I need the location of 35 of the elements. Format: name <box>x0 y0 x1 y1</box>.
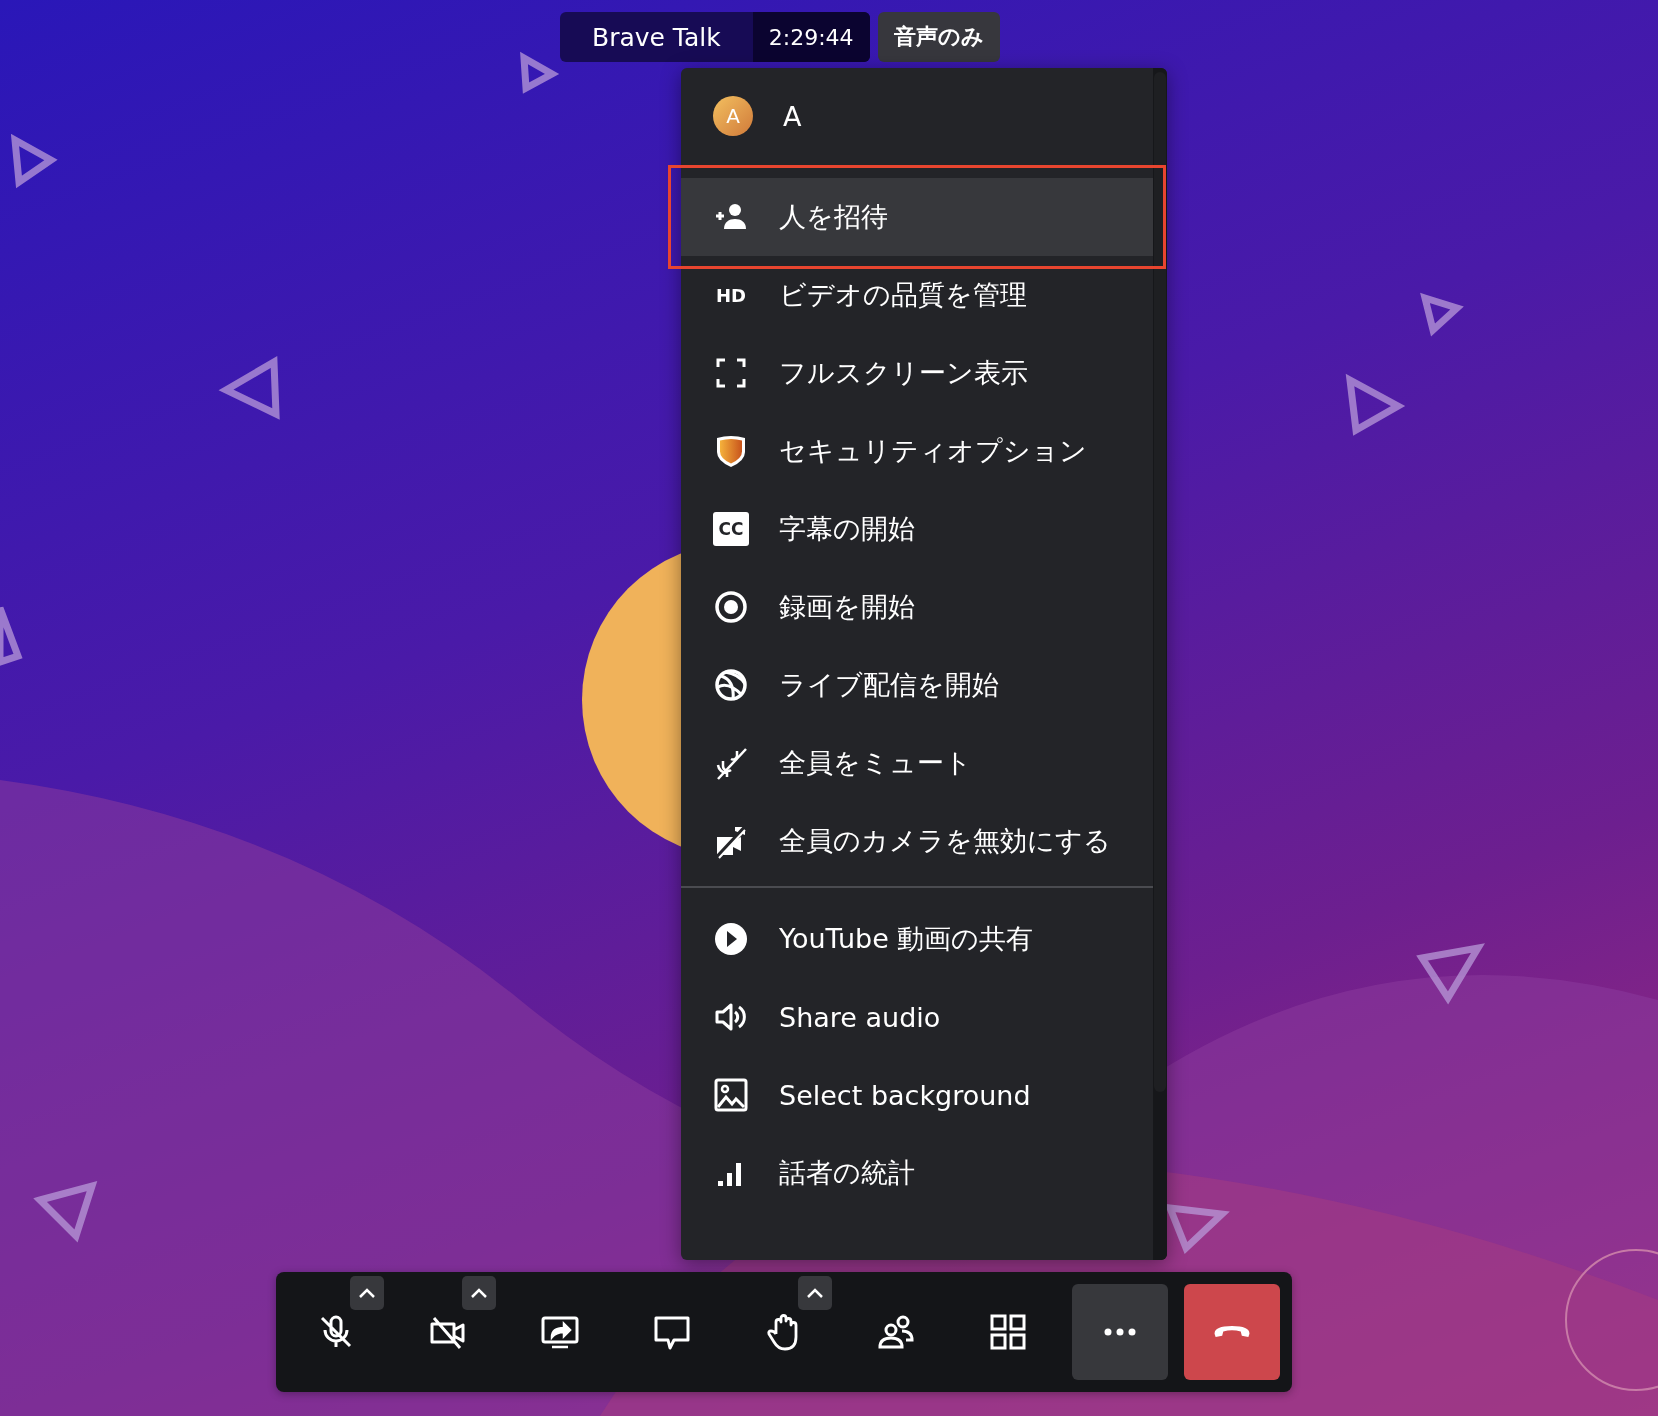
menu-item[interactable]: ライブ配信を開始 <box>681 646 1153 724</box>
caret-button[interactable] <box>462 1276 496 1310</box>
caret-icon <box>470 1287 488 1299</box>
record-icon <box>713 589 749 625</box>
play-icon <box>713 921 749 957</box>
caret-icon <box>358 1287 376 1299</box>
menu-item[interactable]: HD ビデオの品質を管理 <box>681 256 1153 334</box>
caret-button[interactable] <box>350 1276 384 1310</box>
call-timer: 2:29:44 <box>752 12 870 62</box>
caret-icon <box>806 1287 824 1299</box>
menu-item[interactable]: フルスクリーン表示 <box>681 334 1153 412</box>
menu-item[interactable]: CC 字幕の開始 <box>681 490 1153 568</box>
hd-icon: HD <box>713 284 749 306</box>
user-name: A <box>783 100 802 132</box>
menu-item[interactable]: セキュリティオプション <box>681 412 1153 490</box>
avatar: A <box>713 96 753 136</box>
menu-item[interactable]: 話者の統計 <box>681 1134 1153 1212</box>
scrollbar-thumb[interactable] <box>1154 72 1166 1092</box>
menu-item[interactable]: 人を招待 <box>681 178 1153 256</box>
menu-item[interactable]: Share audio <box>681 978 1153 1056</box>
meeting-title: Brave Talk <box>591 21 722 54</box>
menu-item[interactable]: 録画を開始 <box>681 568 1153 646</box>
phone-hangup-icon <box>1214 1326 1250 1338</box>
menu-item[interactable]: Select background <box>681 1056 1153 1134</box>
more-dots-icon <box>1104 1328 1136 1336</box>
menu-item[interactable]: 全員をミュート <box>681 724 1153 802</box>
closed-captions-icon: CC <box>713 512 749 546</box>
hang-up-button[interactable] <box>1184 1284 1280 1380</box>
menu-item[interactable]: 全員のカメラを無効にする <box>681 802 1153 880</box>
audio-only-button[interactable]: 音声のみ <box>877 12 1000 62</box>
grid-icon <box>988 1312 1028 1352</box>
menu-item[interactable]: YouTube 動画の共有 <box>681 900 1153 978</box>
globe-icon <box>713 667 749 703</box>
image-icon <box>713 1077 749 1113</box>
caret-button[interactable] <box>798 1276 832 1310</box>
